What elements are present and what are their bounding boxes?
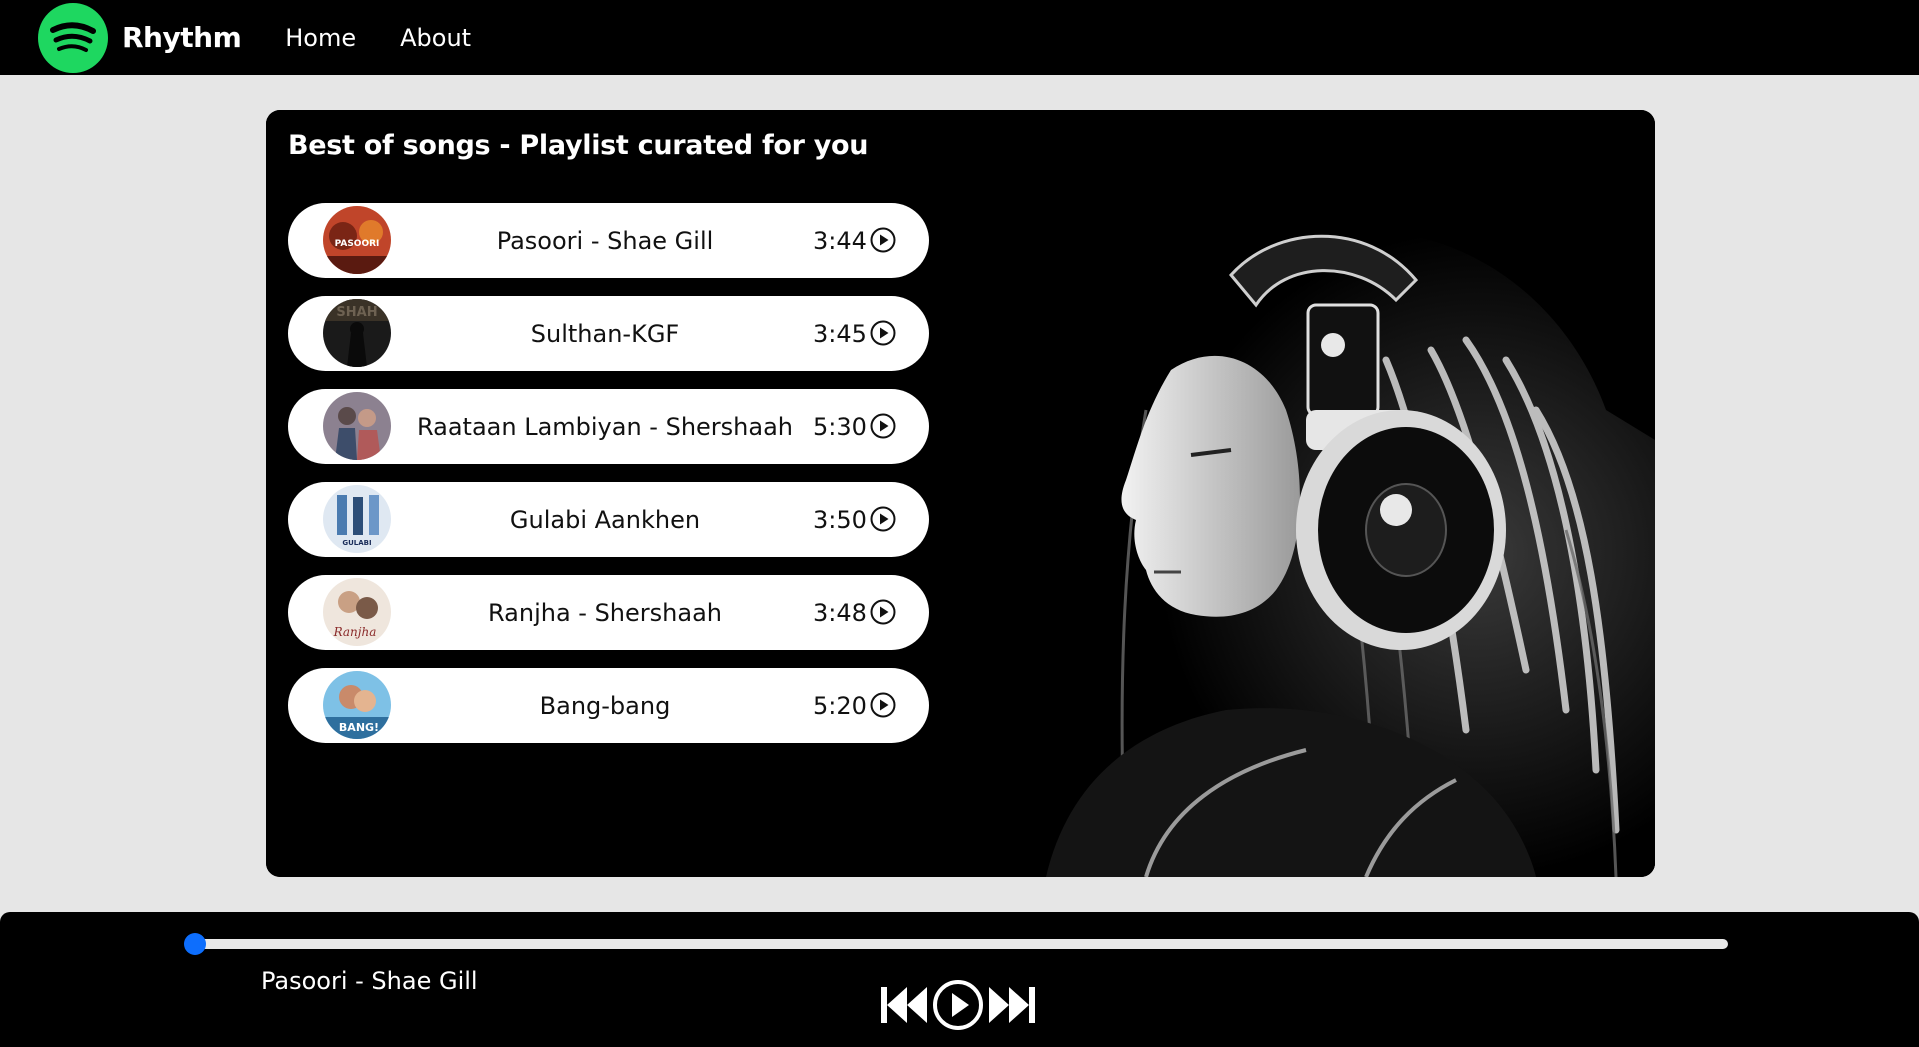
song-cover-image: GULABI	[323, 485, 391, 553]
next-track-icon[interactable]	[988, 985, 1036, 1025]
play-pause-icon[interactable]	[932, 979, 984, 1031]
svg-text:PASOORI: PASOORI	[335, 239, 380, 249]
song-title: Pasoori - Shae Gill	[496, 226, 714, 255]
song-title: Raataan Lambiyan - Shershaah	[416, 412, 794, 441]
song-title: Bang-bang	[539, 691, 671, 720]
now-playing-title: Pasoori - Shae Gill	[261, 967, 478, 995]
song-cover-image	[323, 392, 391, 460]
svg-text:BANG!: BANG!	[339, 721, 379, 734]
progress-knob[interactable]	[184, 933, 206, 955]
brand[interactable]: Rhythm	[38, 2, 242, 73]
nav-link-about[interactable]: About	[400, 24, 471, 52]
progress-slider[interactable]	[184, 933, 1728, 955]
song-cover-image: PASOORI	[323, 206, 391, 274]
nav-link-home[interactable]: Home	[285, 24, 356, 52]
song-cover-image: Ranjha	[323, 578, 391, 646]
song-duration: 5:30	[813, 412, 867, 441]
song-item-pasoori[interactable]: PASOORI Pasoori - Shae Gill 3:44	[288, 203, 929, 278]
bottom-player-bar: Pasoori - Shae Gill	[0, 912, 1919, 1047]
song-item-ranjha[interactable]: Ranjha Ranjha - Shershaah 3:48	[288, 575, 929, 650]
song-duration: 3:44	[813, 226, 867, 255]
song-item-bang-bang[interactable]: BANG! Bang-bang 5:20	[288, 668, 929, 743]
song-title: Sulthan-KGF	[530, 319, 680, 348]
play-circle-icon[interactable]	[870, 599, 896, 625]
spotify-logo-icon	[38, 2, 108, 73]
brand-name: Rhythm	[122, 21, 242, 54]
svg-text:SHAH: SHAH	[336, 305, 377, 320]
play-circle-icon[interactable]	[870, 506, 896, 532]
song-cover-image: SHAH	[323, 299, 391, 367]
song-item-sulthan-kgf[interactable]: SHAH Sulthan-KGF 3:45	[288, 296, 929, 371]
svg-text:GULABI: GULABI	[342, 539, 371, 547]
playlist-title: Best of songs - Playlist curated for you	[288, 130, 869, 161]
song-duration: 3:48	[813, 598, 867, 627]
top-navbar: Rhythm Home About	[0, 0, 1919, 75]
song-item-gulabi-aankhen[interactable]: GULABI Gulabi Aankhen 3:50	[288, 482, 929, 557]
song-list: PASOORI Pasoori - Shae Gill 3:44 SHAH Su…	[288, 203, 929, 761]
song-item-raataan-lambiyan[interactable]: Raataan Lambiyan - Shershaah 5:30	[288, 389, 929, 464]
svg-text:Ranjha: Ranjha	[333, 625, 377, 639]
play-circle-icon[interactable]	[870, 320, 896, 346]
play-circle-icon[interactable]	[870, 413, 896, 439]
song-duration: 3:45	[813, 319, 867, 348]
previous-track-icon[interactable]	[880, 985, 928, 1025]
playlist-card: Best of songs - Playlist curated for you…	[266, 110, 1655, 877]
play-circle-icon[interactable]	[870, 227, 896, 253]
song-cover-image: BANG!	[323, 671, 391, 739]
song-duration: 5:20	[813, 691, 867, 720]
song-duration: 3:50	[813, 505, 867, 534]
song-title: Ranjha - Shershaah	[488, 598, 722, 627]
play-circle-icon[interactable]	[870, 692, 896, 718]
playback-controls	[880, 979, 1036, 1031]
song-title: Gulabi Aankhen	[509, 505, 701, 534]
